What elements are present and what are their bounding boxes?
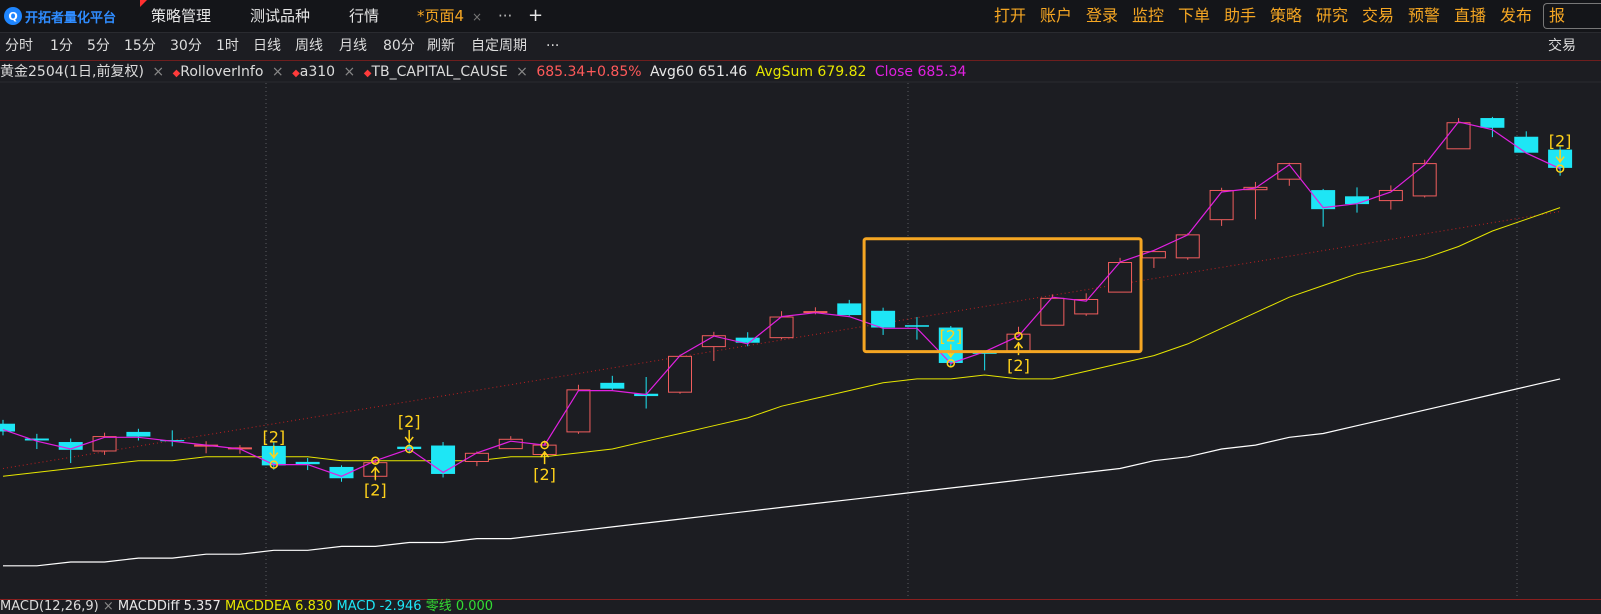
candle-body	[1277, 163, 1302, 180]
candle-body	[0, 423, 15, 432]
macd-value: MACD -2.946	[336, 599, 422, 614]
close-icon[interactable]: ×	[103, 599, 114, 614]
candle-body	[769, 316, 794, 339]
candle-body	[295, 461, 320, 465]
highlight-box	[862, 237, 1143, 354]
macd-dea-value: MACDDEA 6.830	[224, 599, 333, 614]
candle-body	[1412, 163, 1437, 197]
macd-legend: MACD(12,26,9) × MACDDiff 5.357 MACDDEA 6…	[0, 600, 493, 614]
candle-body	[1141, 251, 1166, 259]
price-chart[interactable]: [2] [2] [2] [2] [2] [2] [2]	[0, 0, 1601, 611]
close-series	[2, 121, 1561, 477]
candle-body	[600, 382, 625, 389]
candle-body	[1040, 297, 1065, 326]
candle-body	[566, 389, 591, 433]
signal-label: [2]	[262, 428, 285, 447]
candle-body	[92, 436, 117, 452]
candle-body	[1108, 262, 1133, 293]
candle-body	[126, 431, 151, 437]
macd-diff-value: MACDDiff 5.357	[117, 599, 221, 614]
candle-body	[1480, 118, 1505, 128]
signal-label: [2]	[364, 481, 387, 500]
candle-body	[1446, 122, 1471, 150]
signal-label: [2]	[1549, 132, 1572, 151]
signal-label: [2]	[939, 326, 962, 345]
avg60-series	[3, 378, 1561, 567]
candle-body	[431, 445, 456, 474]
signal-label: [2]	[398, 412, 421, 431]
avgsum-series	[2, 207, 1561, 477]
candle-body	[1514, 136, 1539, 153]
candle-body	[668, 355, 692, 393]
signal-label: [2]	[1007, 356, 1030, 375]
zero-line-value: 零线 0.000	[425, 599, 494, 614]
candle-body	[904, 325, 929, 327]
candle-body	[1209, 189, 1234, 221]
trend-line	[2, 211, 1561, 469]
macd-name[interactable]: MACD(12,26,9)	[0, 599, 99, 614]
candle-body	[837, 303, 862, 316]
signal-label: [2]	[533, 465, 556, 484]
